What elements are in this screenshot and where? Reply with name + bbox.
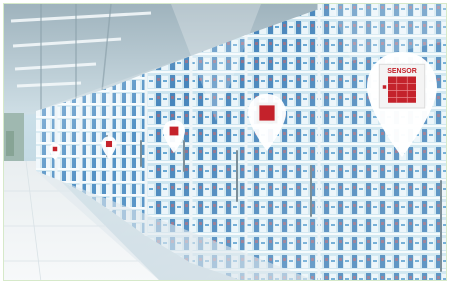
photo-scene: SENSOR [0,0,450,284]
sensor-icon [105,140,113,148]
sensor-icon [52,146,58,152]
sensor-icon [259,105,275,121]
photo-frame: SENSOR [3,3,447,281]
freezer-aisle-photo: SENSOR [4,4,446,280]
sensor-label: SENSOR [387,68,417,75]
sensor-icon [169,126,179,136]
sensor-icon [388,76,416,103]
